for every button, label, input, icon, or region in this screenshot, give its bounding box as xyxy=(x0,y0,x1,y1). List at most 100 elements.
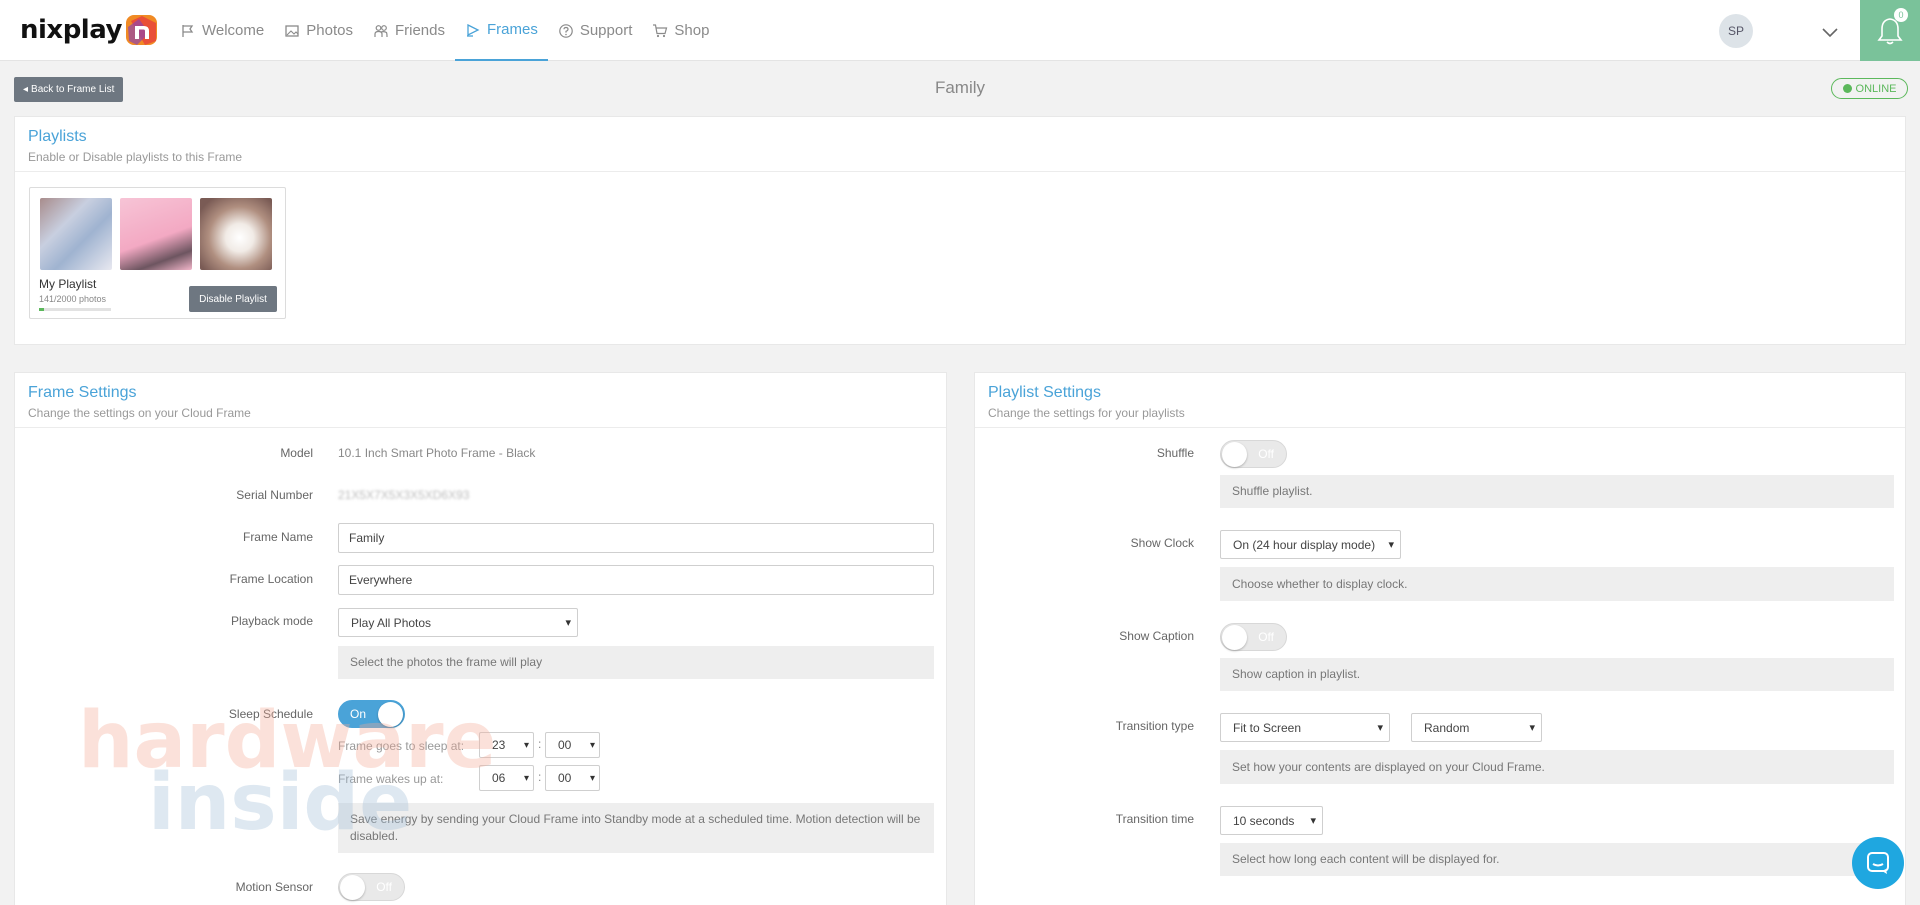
shuffle-help-text: Shuffle playlist. xyxy=(1220,475,1894,508)
sleep-schedule-label: Sleep Schedule xyxy=(228,707,313,721)
panel-title: Playlist Settings xyxy=(988,384,1101,401)
nav-label: Friends xyxy=(394,22,445,39)
playback-help-text: Select the photos the frame will play xyxy=(338,646,934,679)
notification-count-badge: 0 xyxy=(1894,8,1908,22)
show-clock-help-text: Choose whether to display clock. xyxy=(1220,567,1894,601)
shuffle-toggle[interactable]: Off xyxy=(1220,440,1287,468)
show-clock-select[interactable]: On (24 hour display mode) xyxy=(1220,530,1401,559)
nav-label: Photos xyxy=(306,22,353,39)
toggle-state: On xyxy=(350,707,367,721)
cart-icon xyxy=(653,23,668,37)
nav-label: Support xyxy=(579,22,633,39)
show-caption-help-text: Show caption in playlist. xyxy=(1220,658,1894,691)
motion-sensor-label: Motion Sensor xyxy=(235,880,313,894)
flag-icon xyxy=(182,24,194,37)
model-label: Model xyxy=(280,446,313,460)
notifications-button[interactable]: 0 xyxy=(1860,0,1920,61)
transition-fit-select[interactable]: Fit to Screen xyxy=(1220,713,1390,742)
playlists-panel-header: Playlists Enable or Disable playlists to… xyxy=(15,117,1905,172)
playlist-settings-header: Playlist Settings Change the settings fo… xyxy=(975,373,1905,428)
motion-sensor-toggle[interactable]: Off xyxy=(338,873,405,901)
playlist-name: My Playlist xyxy=(39,277,97,291)
toggle-knob xyxy=(340,875,365,900)
sleep-time-label: Frame goes to sleep at: xyxy=(338,739,465,753)
status-text: ONLINE xyxy=(1855,82,1897,95)
nav-label: Frames xyxy=(486,21,538,38)
toggle-knob xyxy=(1222,625,1247,650)
time-separator: : xyxy=(538,770,542,784)
main-nav: Welcome Photos Friends Frames Support Sh… xyxy=(170,0,719,61)
model-value: 10.1 Inch Smart Photo Frame - Black xyxy=(338,446,536,460)
toggle-state: Off xyxy=(1258,630,1274,644)
panel-title: Playlists xyxy=(28,128,87,145)
wake-time-label: Frame wakes up at: xyxy=(338,772,444,786)
chat-icon xyxy=(1867,852,1889,874)
toggle-knob xyxy=(1222,442,1247,467)
transition-time-help-text: Select how long each content will be dis… xyxy=(1220,843,1894,876)
transition-time-label: Transition time xyxy=(1115,812,1194,826)
panel-title: Frame Settings xyxy=(28,384,137,401)
playlist-thumbnail xyxy=(40,198,112,270)
playlist-progress-bar xyxy=(39,308,111,311)
playlist-card[interactable]: My Playlist 141/2000 photos Disable Play… xyxy=(29,187,286,319)
nav-label: Shop xyxy=(674,22,710,39)
transition-type-label: Transition type xyxy=(1115,719,1194,733)
nav-friends[interactable]: Friends xyxy=(363,0,455,61)
transition-time-select[interactable]: 10 seconds xyxy=(1220,806,1323,835)
status-badge: ONLINE xyxy=(1831,78,1908,99)
playlists-panel: Playlists Enable or Disable playlists to… xyxy=(14,116,1906,345)
toggle-state: Off xyxy=(1258,447,1274,461)
playback-mode-label: Playback mode xyxy=(230,614,313,628)
transition-type-help-text: Set how your contents are displayed on y… xyxy=(1220,750,1894,784)
show-caption-label: Show Caption xyxy=(1119,629,1194,643)
toggle-state: Off xyxy=(376,880,392,894)
sleep-schedule-toggle[interactable]: On xyxy=(338,700,405,728)
nixplay-logo[interactable]: nixplay xyxy=(20,12,159,48)
time-separator: : xyxy=(538,737,542,751)
logo-text: nixplay xyxy=(20,15,122,45)
frame-name-input[interactable]: Family xyxy=(338,523,934,553)
serial-number-label: Serial Number xyxy=(236,488,313,502)
sleep-help-text: Save energy by sending your Cloud Frame … xyxy=(338,803,934,853)
show-caption-toggle[interactable]: Off xyxy=(1220,623,1287,651)
shuffle-label: Shuffle xyxy=(1156,446,1194,460)
nav-shop[interactable]: Shop xyxy=(642,0,719,61)
help-icon xyxy=(559,23,573,38)
sleep-hour-select[interactable]: 23 xyxy=(479,732,534,758)
frame-location-input[interactable]: Everywhere xyxy=(338,565,934,595)
user-avatar[interactable]: SP xyxy=(1719,14,1753,48)
show-clock-label: Show Clock xyxy=(1130,536,1194,550)
nav-frames[interactable]: Frames xyxy=(454,0,548,61)
disable-playlist-button[interactable]: Disable Playlist xyxy=(189,286,277,312)
panel-subtitle: Change the settings for your playlists xyxy=(988,406,1185,420)
nav-label: Welcome xyxy=(202,22,265,39)
photos-icon xyxy=(285,24,299,37)
online-dot-icon xyxy=(1842,84,1852,93)
nav-support[interactable]: Support xyxy=(548,0,643,61)
playlist-progress-fill xyxy=(39,308,45,311)
nav-photos[interactable]: Photos xyxy=(274,0,363,61)
sleep-minute-select[interactable]: 00 xyxy=(545,732,600,758)
wake-hour-select[interactable]: 06 xyxy=(479,765,534,791)
wake-minute-select[interactable]: 00 xyxy=(545,765,600,791)
panel-subtitle: Enable or Disable playlists to this Fram… xyxy=(28,150,243,164)
logo-mark-icon xyxy=(125,13,159,47)
chat-support-button[interactable] xyxy=(1852,837,1904,889)
chevron-down-icon[interactable] xyxy=(1820,22,1840,42)
frame-settings-header: Frame Settings Change the settings on yo… xyxy=(15,373,946,428)
transition-effect-select[interactable]: Random xyxy=(1411,713,1542,742)
top-navbar: nixplay Welcome Photos Friends Frames Su… xyxy=(0,0,1920,61)
playlist-thumbnail xyxy=(200,198,272,270)
serial-number-value: 21X5X7X5X3X5XD6X93 xyxy=(338,488,470,502)
page-title: Family xyxy=(934,78,986,97)
playlist-photo-count: 141/2000 photos xyxy=(39,294,107,304)
frame-location-label: Frame Location xyxy=(229,572,313,586)
frames-icon xyxy=(466,23,480,37)
playback-mode-select[interactable]: Play All Photos xyxy=(338,608,578,637)
toggle-knob xyxy=(378,702,403,727)
frame-name-label: Frame Name xyxy=(242,530,313,544)
playlist-thumbnail xyxy=(120,198,192,270)
nav-welcome[interactable]: Welcome xyxy=(170,0,274,61)
panel-subtitle: Change the settings on your Cloud Frame xyxy=(28,406,251,420)
friends-icon xyxy=(374,24,388,37)
